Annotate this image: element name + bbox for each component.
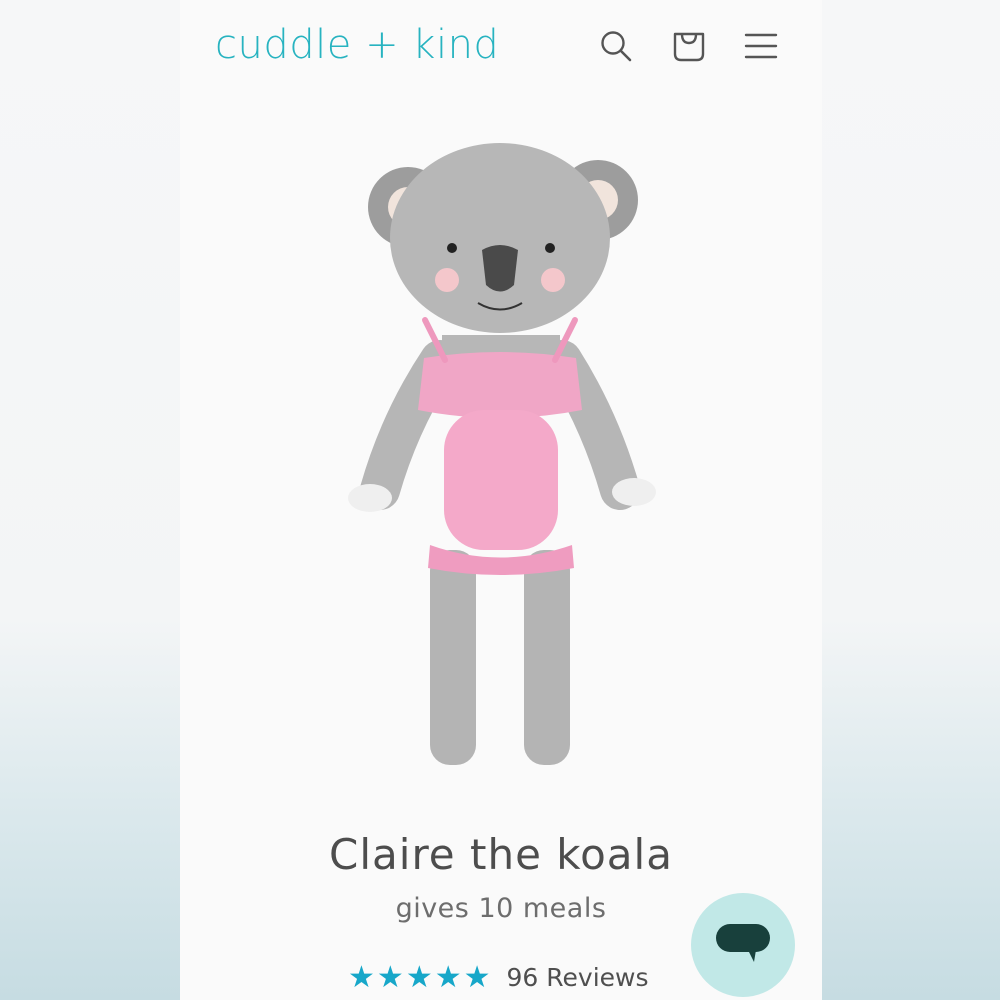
site-header: cuddle + kind xyxy=(180,0,822,95)
star-icon: ★ xyxy=(405,960,433,995)
star-icon: ★ xyxy=(376,960,404,995)
mobile-page: cuddle + kind Claire the koala gives 10 … xyxy=(180,0,822,1000)
review-count[interactable]: 96 Reviews xyxy=(507,958,649,998)
chat-icon xyxy=(716,924,770,962)
background-right xyxy=(822,0,1000,1000)
chat-button[interactable] xyxy=(691,893,795,997)
star-icon: ★ xyxy=(348,960,375,995)
background-left xyxy=(0,0,180,1000)
product-title: Claire the koala xyxy=(329,830,673,879)
product-image[interactable] xyxy=(300,120,700,800)
menu-icon[interactable] xyxy=(741,26,781,66)
search-icon[interactable] xyxy=(596,26,636,66)
star-icon: ★ xyxy=(434,960,462,995)
star-icon: ★ xyxy=(463,960,491,995)
rating-stars: ★ ★ ★ ★ ★ xyxy=(348,958,491,998)
cart-icon[interactable] xyxy=(669,26,709,66)
product-rating[interactable]: ★ ★ ★ ★ ★ 96 Reviews xyxy=(348,958,649,998)
koala-doll-illustration xyxy=(348,143,656,765)
brand-logo[interactable]: cuddle + kind xyxy=(215,22,499,68)
